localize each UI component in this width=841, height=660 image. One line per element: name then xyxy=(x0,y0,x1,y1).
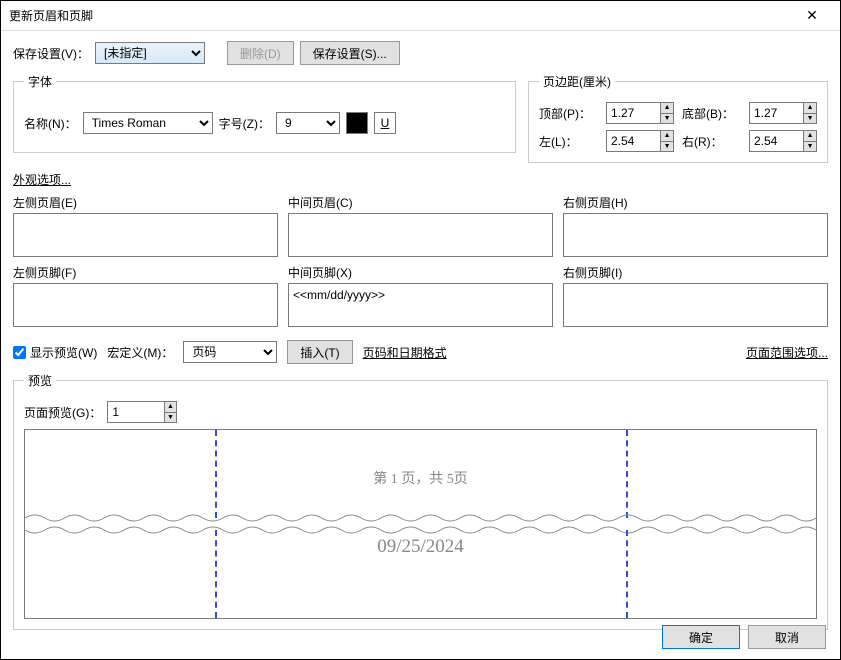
margin-left-spinner[interactable]: ▲▼ xyxy=(606,130,674,152)
left-header-label: 左侧页眉(E) xyxy=(13,194,278,211)
spin-down-icon[interactable]: ▼ xyxy=(804,114,816,124)
ok-button[interactable]: 确定 xyxy=(662,625,740,649)
right-header-label: 右侧页眉(H) xyxy=(563,194,828,211)
show-preview-checkbox[interactable] xyxy=(13,346,26,359)
show-preview-checkbox-label[interactable]: 显示预览(W) xyxy=(13,344,97,361)
close-icon[interactable]: ✕ xyxy=(792,7,832,24)
center-footer-input[interactable] xyxy=(288,283,553,327)
preview-fieldset: 预览 页面预览(G)： ▲▼ 第 1 页，共 5页 xyxy=(13,372,828,630)
page-range-options-link[interactable]: 页面范围选项... xyxy=(746,344,828,361)
font-size-label: 字号(Z)： xyxy=(219,115,270,132)
insert-button[interactable]: 插入(T) xyxy=(287,340,352,364)
save-settings-row: 保存设置(V)： [未指定] 删除(D) 保存设置(S)... xyxy=(13,41,828,65)
macro-label: 宏定义(M)： xyxy=(107,344,173,361)
dialog-content: 保存设置(V)： [未指定] 删除(D) 保存设置(S)... 字体 名称(N)… xyxy=(1,31,840,640)
preview-footer-text: 09/25/2024 xyxy=(25,536,816,558)
font-name-label: 名称(N)： xyxy=(24,115,77,132)
page-preview-input[interactable] xyxy=(108,402,163,422)
left-header-input[interactable] xyxy=(13,213,278,257)
margins-fieldset: 页边距(厘米) 顶部(P)： ▲▼ 底部(B)： ▲▼ 左(L)： xyxy=(528,73,828,163)
margin-right-input[interactable] xyxy=(750,131,803,151)
underline-icon[interactable]: U xyxy=(374,112,396,134)
left-footer-input[interactable] xyxy=(13,283,278,327)
dialog-footer: 确定 取消 xyxy=(662,625,826,649)
preview-legend: 预览 xyxy=(24,372,56,389)
torn-edge-icon xyxy=(25,512,816,524)
margin-top-label: 顶部(P)： xyxy=(539,105,598,122)
spin-down-icon[interactable]: ▼ xyxy=(661,114,673,124)
margin-top-input[interactable] xyxy=(607,103,660,123)
delete-button[interactable]: 删除(D) xyxy=(227,41,294,65)
mid-row: 显示预览(W) 宏定义(M)： 页码 插入(T) 页码和日期格式 页面范围选项.… xyxy=(13,340,828,364)
preview-header-text: 第 1 页，共 5页 xyxy=(25,468,816,488)
spin-up-icon[interactable]: ▲ xyxy=(165,402,177,413)
show-preview-text: 显示预览(W) xyxy=(30,344,97,361)
window-title: 更新页眉和页脚 xyxy=(9,7,792,24)
right-footer-input[interactable] xyxy=(563,283,828,327)
margin-bottom-spinner[interactable]: ▲▼ xyxy=(749,102,817,124)
font-size-select[interactable]: 9 xyxy=(276,112,340,134)
macro-select[interactable]: 页码 xyxy=(183,341,277,363)
center-header-input[interactable] xyxy=(288,213,553,257)
margins-legend: 页边距(厘米) xyxy=(539,73,615,90)
center-footer-label: 中间页脚(X) xyxy=(288,264,553,281)
right-header-input[interactable] xyxy=(563,213,828,257)
font-legend: 字体 xyxy=(24,73,56,90)
dialog-window: 更新页眉和页脚 ✕ 保存设置(V)： [未指定] 删除(D) 保存设置(S)..… xyxy=(0,0,841,660)
spin-down-icon[interactable]: ▼ xyxy=(661,142,673,152)
spin-up-icon[interactable]: ▲ xyxy=(661,131,673,142)
save-settings-button[interactable]: 保存设置(S)... xyxy=(300,41,400,65)
page-preview-canvas: 第 1 页，共 5页 09/25/2024 xyxy=(24,429,817,619)
footer-grid: 左侧页脚(F) 中间页脚(X) 右侧页脚(I) xyxy=(13,264,828,330)
header-grid: 左侧页眉(E) 中间页眉(C) 右侧页眉(H) xyxy=(13,194,828,260)
page-bottom-half: 09/25/2024 xyxy=(25,530,816,618)
titlebar: 更新页眉和页脚 ✕ xyxy=(1,1,840,31)
margin-right-label: 右(R)： xyxy=(682,133,741,150)
spin-up-icon[interactable]: ▲ xyxy=(661,103,673,114)
page-top-half: 第 1 页，共 5页 xyxy=(25,430,816,518)
top-section: 字体 名称(N)： Times Roman 字号(Z)： 9 U 页边距(厘米) xyxy=(13,73,828,163)
center-header-label: 中间页眉(C) xyxy=(288,194,553,211)
torn-edge-icon xyxy=(25,524,816,536)
margin-top-spinner[interactable]: ▲▼ xyxy=(606,102,674,124)
font-color-button[interactable] xyxy=(346,112,368,134)
save-settings-select[interactable]: [未指定] xyxy=(95,42,205,64)
spin-up-icon[interactable]: ▲ xyxy=(804,131,816,142)
page-preview-label: 页面预览(G)： xyxy=(24,404,101,421)
font-fieldset: 字体 名称(N)： Times Roman 字号(Z)： 9 U xyxy=(13,73,516,153)
margin-left-input[interactable] xyxy=(607,131,660,151)
page-preview-spinner[interactable]: ▲▼ xyxy=(107,401,177,423)
margin-bottom-label: 底部(B)： xyxy=(682,105,741,122)
spin-down-icon[interactable]: ▼ xyxy=(165,413,177,423)
margin-bottom-input[interactable] xyxy=(750,103,803,123)
page-date-format-link[interactable]: 页码和日期格式 xyxy=(363,344,447,361)
margin-left-label: 左(L)： xyxy=(539,133,598,150)
font-name-select[interactable]: Times Roman xyxy=(83,112,213,134)
save-settings-label: 保存设置(V)： xyxy=(13,45,89,62)
left-footer-label: 左侧页脚(F) xyxy=(13,264,278,281)
margin-right-spinner[interactable]: ▲▼ xyxy=(749,130,817,152)
spin-up-icon[interactable]: ▲ xyxy=(804,103,816,114)
spin-down-icon[interactable]: ▼ xyxy=(804,142,816,152)
cancel-button[interactable]: 取消 xyxy=(748,625,826,649)
right-footer-label: 右侧页脚(I) xyxy=(563,264,828,281)
appearance-options-link[interactable]: 外观选项... xyxy=(13,173,71,187)
